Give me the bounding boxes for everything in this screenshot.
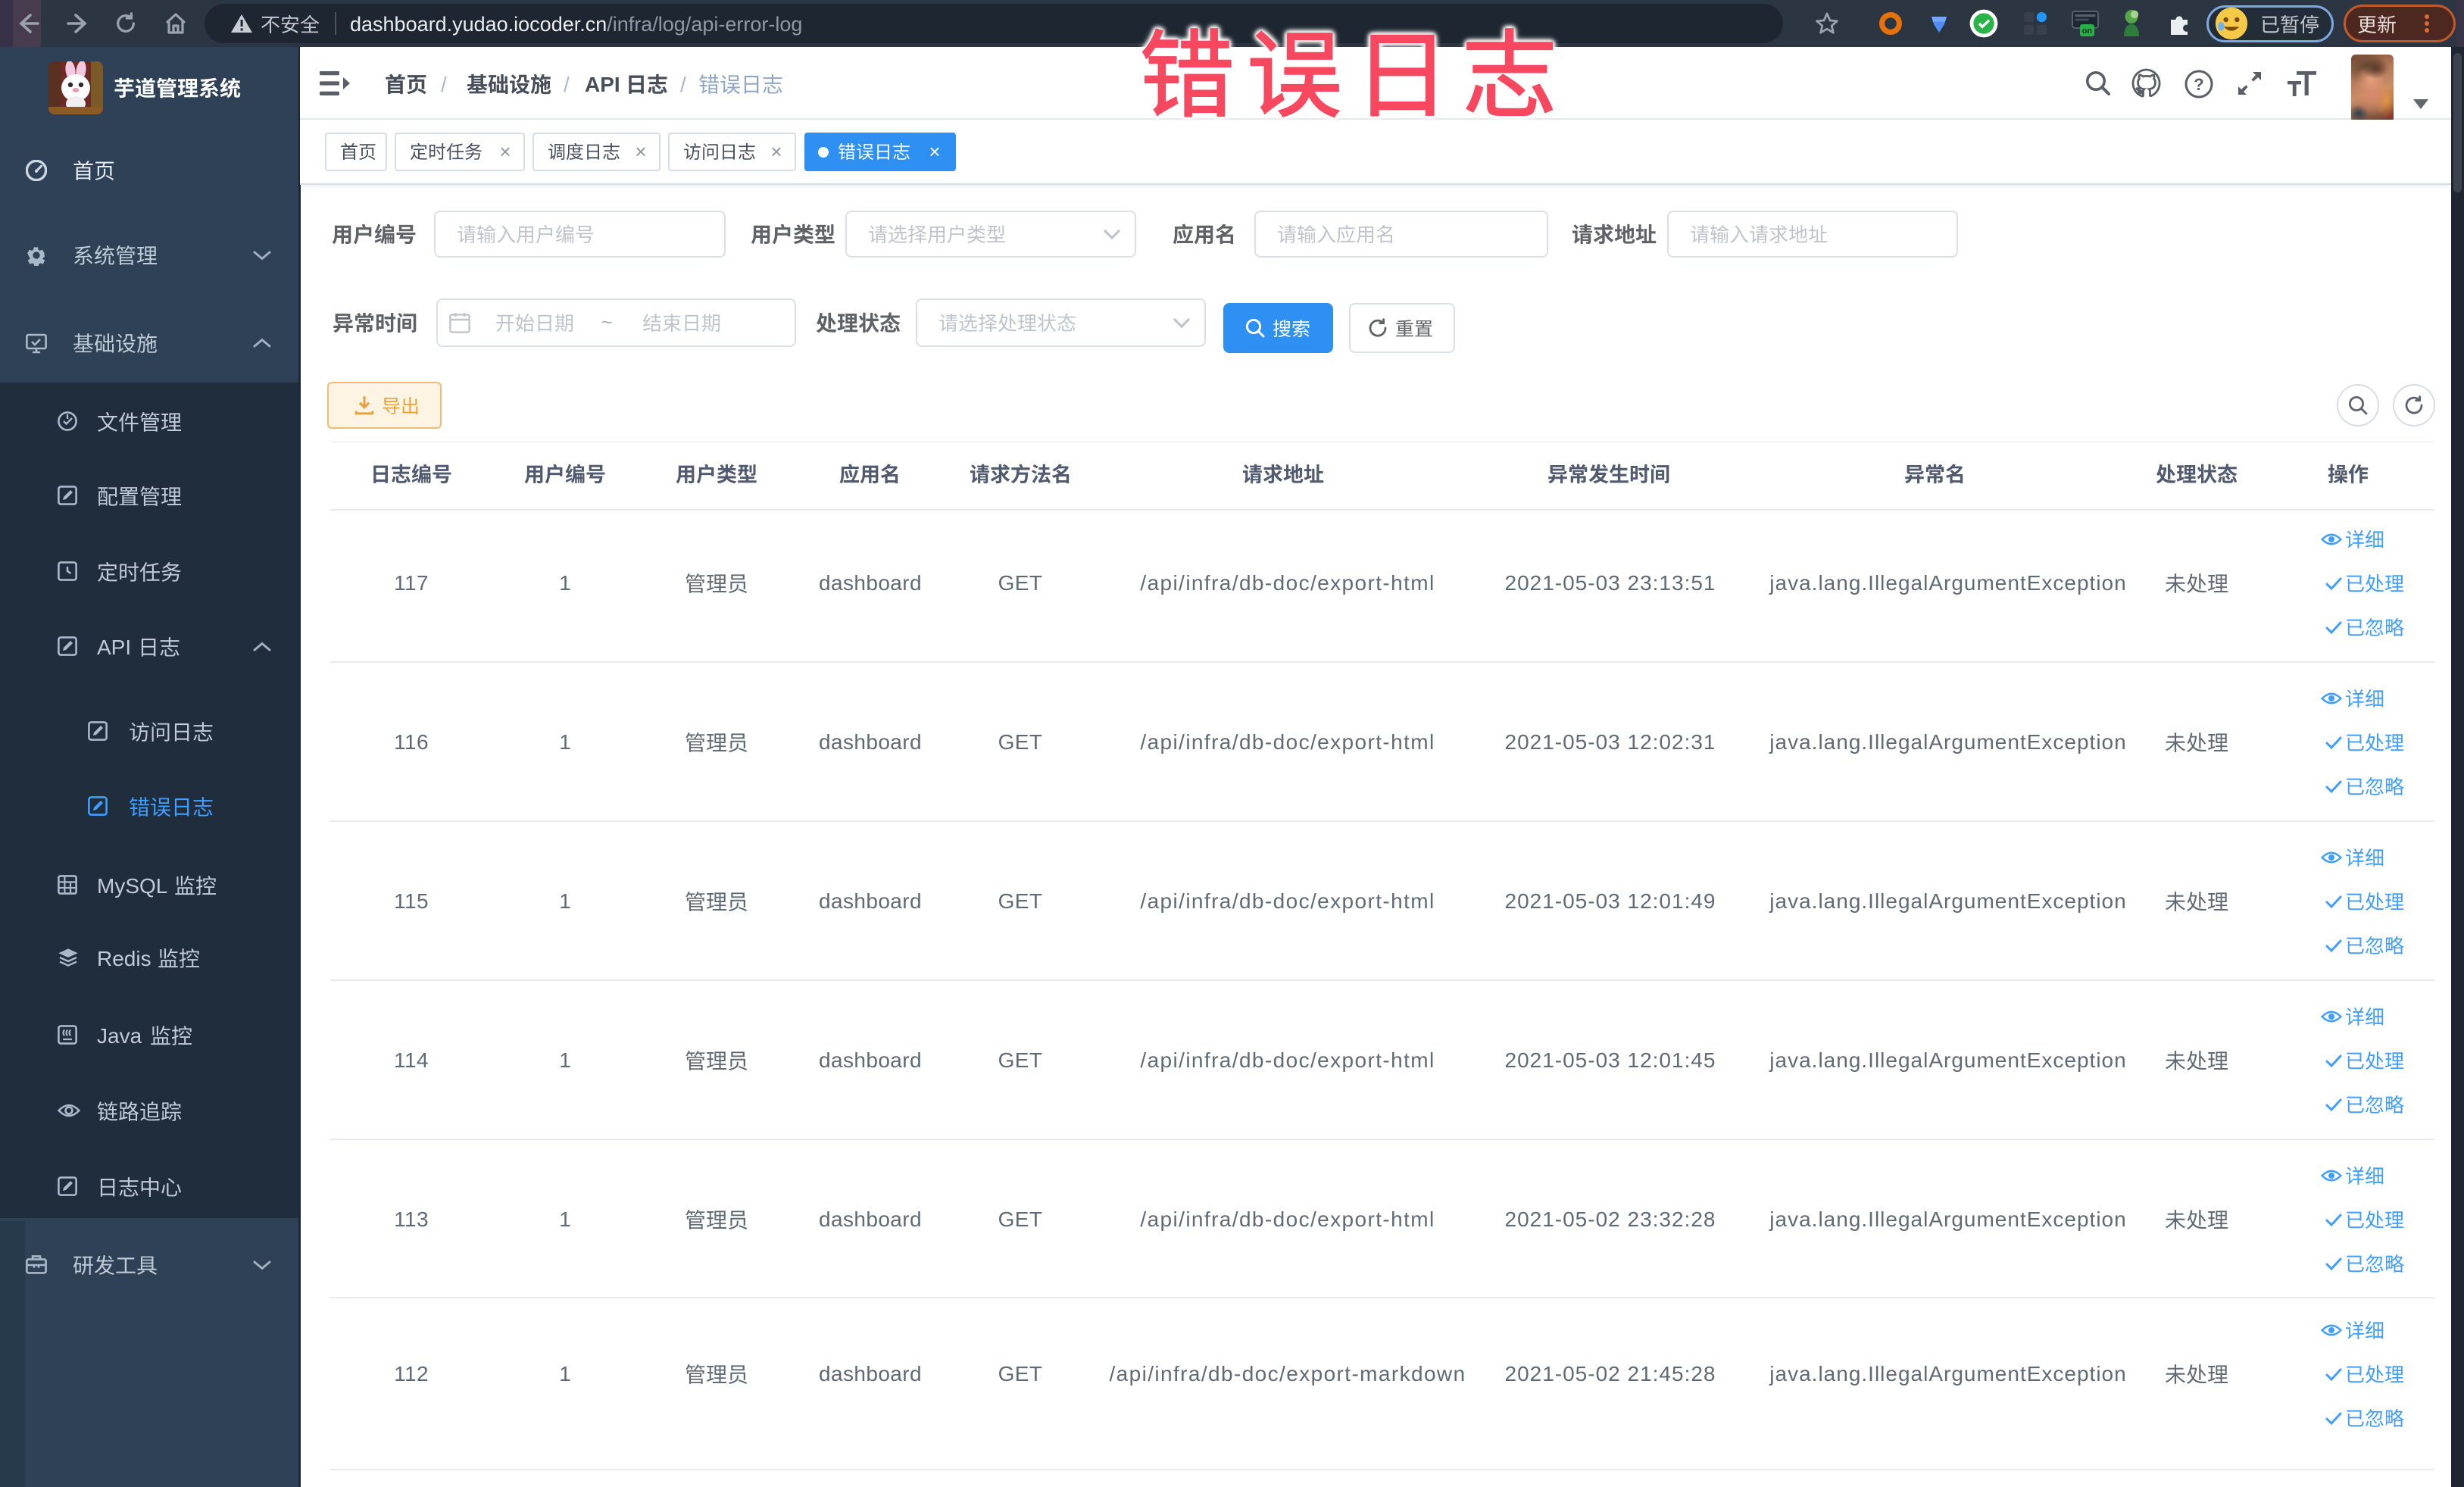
svg-text:?: ? [2194, 75, 2203, 94]
svg-text:on: on [2082, 27, 2092, 36]
